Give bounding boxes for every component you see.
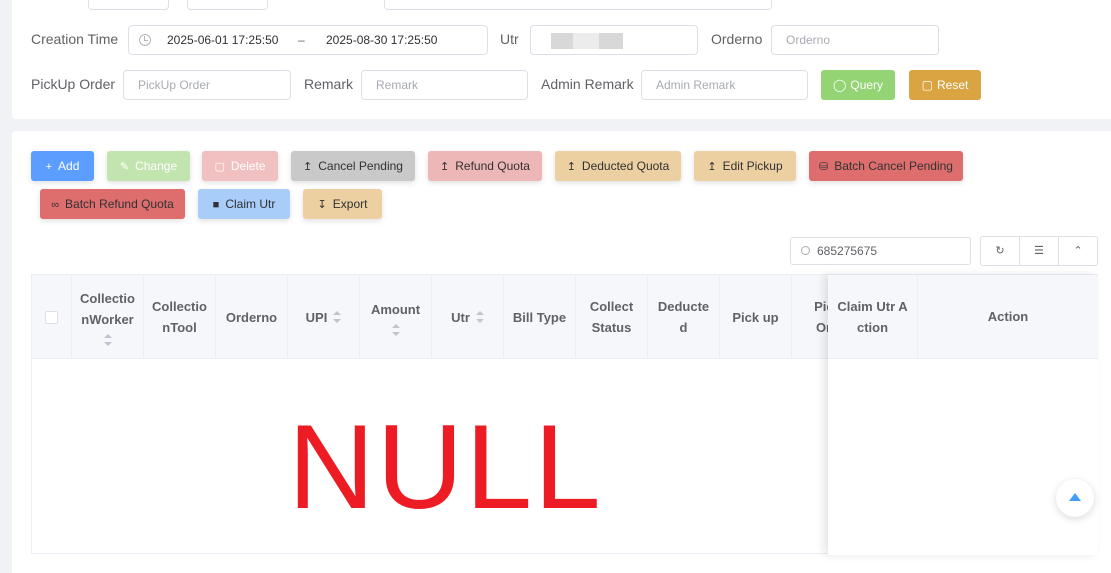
columns-icon[interactable]: ☰	[1020, 237, 1059, 265]
search-icon	[801, 246, 810, 255]
fixed-right-columns: Claim Utr Action Action	[828, 275, 1098, 555]
batch-refund-quota-button[interactable]: ∞ Batch Refund Quota	[40, 189, 185, 219]
edit-icon: ✎	[119, 161, 130, 173]
upload-icon: ↥	[303, 161, 313, 173]
sort-icon[interactable]	[333, 311, 342, 323]
col-deducted: Deducted	[648, 275, 720, 359]
sort-icon[interactable]	[475, 311, 484, 323]
remark-input[interactable]: Remark	[361, 70, 528, 100]
upload-icon: ↥	[707, 161, 717, 173]
add-button[interactable]: + Add	[31, 151, 94, 181]
col-label: CollectionWorker	[80, 291, 135, 327]
trash-icon: ▢	[921, 78, 933, 92]
search-panel	[12, 0, 1111, 119]
pickup-order-input[interactable]: PickUp Order	[123, 70, 291, 100]
database-icon: ⛁	[819, 161, 829, 173]
sort-icon[interactable]	[103, 334, 112, 346]
document-icon: ■	[212, 199, 220, 211]
col-collectionworker[interactable]: CollectionWorker	[72, 275, 144, 359]
utr-input[interactable]	[530, 25, 698, 55]
refund-quota-button[interactable]: ↥ Refund Quota	[428, 151, 542, 181]
search-icon: ◯	[832, 78, 847, 92]
cancel-pending-button[interactable]: ↥ Cancel Pending	[291, 151, 415, 181]
redacted-text	[551, 33, 573, 49]
null-watermark: NULL	[288, 400, 603, 534]
col-action: Action	[918, 275, 1098, 359]
export-button[interactable]: ↧ Export	[303, 189, 382, 219]
remark-label: Remark	[304, 76, 354, 92]
admin-remark-input[interactable]: Admin Remark	[641, 70, 808, 100]
plus-icon: +	[45, 161, 53, 173]
redacted-text	[599, 33, 623, 49]
table-tools: ↻ ☰ ⌃	[980, 236, 1098, 266]
table-search-input[interactable]: 685275675	[790, 237, 971, 265]
col-pick-up: Pick up	[720, 275, 792, 359]
upload-icon: ↥	[566, 161, 576, 173]
query-button[interactable]: ◯ Query	[821, 70, 895, 100]
col-utr[interactable]: Utr	[432, 275, 504, 359]
trash-icon: ▢	[214, 161, 225, 173]
field-stub[interactable]	[88, 0, 169, 10]
sort-icon[interactable]	[391, 323, 400, 336]
col-claim-utr-action: Claim Utr Action	[828, 275, 918, 359]
back-to-top-button[interactable]	[1056, 479, 1094, 517]
select-all-checkbox[interactable]	[45, 310, 58, 324]
date-separator: –	[298, 33, 305, 47]
col-collect-status: Collect Status	[576, 275, 648, 359]
upload-icon: ↥	[440, 161, 450, 173]
collapse-icon[interactable]: ⌃	[1059, 237, 1097, 265]
utr-label: Utr	[500, 31, 519, 47]
col-amount[interactable]: Amount	[360, 275, 432, 359]
change-button[interactable]: ✎ Change	[107, 151, 190, 181]
pickup-order-label: PickUp Order	[31, 76, 116, 92]
redacted-text	[573, 33, 599, 49]
claim-utr-button[interactable]: ■ Claim Utr	[198, 189, 290, 219]
edit-pickup-button[interactable]: ↥ Edit Pickup	[694, 151, 796, 181]
date-start[interactable]: 2025-06-01 17:25:50	[167, 33, 278, 47]
col-collectiontool: CollectionTool	[144, 275, 216, 359]
col-orderno: Orderno	[216, 275, 288, 359]
batch-cancel-pending-button[interactable]: ⛁ Batch Cancel Pending	[809, 151, 963, 181]
reset-button[interactable]: ▢ Reset	[909, 70, 981, 100]
refresh-icon[interactable]: ↻	[981, 237, 1020, 265]
orderno-input[interactable]: Orderno	[771, 25, 939, 55]
clock-icon	[139, 34, 151, 46]
admin-remark-label: Admin Remark	[541, 76, 634, 92]
deducted-quota-button[interactable]: ↥ Deducted Quota	[555, 151, 681, 181]
select-all-cell	[32, 275, 72, 359]
orderno-label: Orderno	[711, 31, 763, 47]
field-stub[interactable]	[187, 0, 268, 10]
creation-time-label: Creation Time	[31, 31, 119, 47]
col-upi[interactable]: UPI	[288, 275, 360, 359]
field-stub[interactable]	[384, 0, 772, 10]
col-bill-type: Bill Type	[504, 275, 576, 359]
delete-button[interactable]: ▢ Delete	[202, 151, 278, 181]
bicycle-icon: ∞	[51, 199, 60, 211]
creation-time-range[interactable]: 2025-06-01 17:25:50 – 2025-08-30 17:25:5…	[128, 25, 488, 55]
date-end[interactable]: 2025-08-30 17:25:50	[326, 33, 437, 47]
download-icon: ↧	[317, 199, 327, 211]
